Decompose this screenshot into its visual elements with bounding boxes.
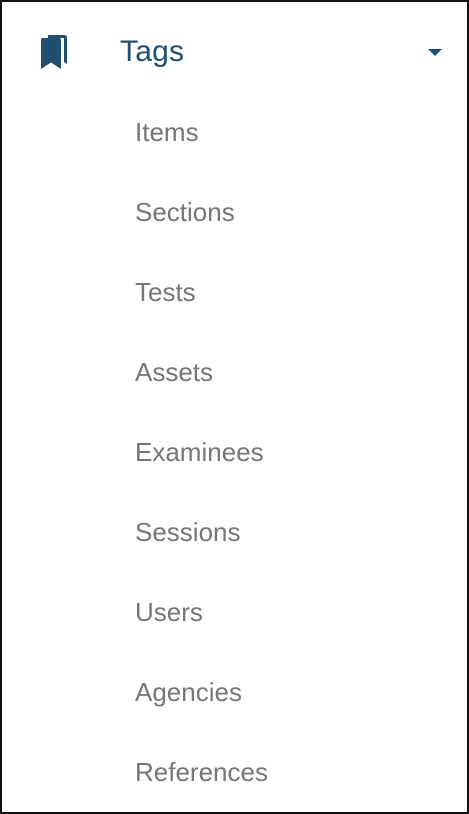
submenu-item-users[interactable]: Users (2, 572, 467, 652)
submenu-item-sessions[interactable]: Sessions (2, 492, 467, 572)
tags-menu-header[interactable]: Tags (2, 20, 467, 84)
menu-title: Tags (120, 35, 185, 68)
tags-menu-panel: Tags Items Sections Tests Assets Examine… (0, 0, 469, 814)
submenu-item-assets[interactable]: Assets (2, 332, 467, 412)
submenu-item-tests[interactable]: Tests (2, 252, 467, 332)
submenu-item-sections[interactable]: Sections (2, 172, 467, 252)
caret-down-icon[interactable] (428, 49, 442, 56)
submenu-item-agencies[interactable]: Agencies (2, 652, 467, 732)
submenu-item-references[interactable]: References (2, 732, 467, 812)
submenu-item-items[interactable]: Items (2, 92, 467, 172)
submenu-item-examinees[interactable]: Examinees (2, 412, 467, 492)
bookmarks-icon (38, 34, 68, 70)
tags-submenu: Items Sections Tests Assets Examinees Se… (2, 92, 467, 812)
